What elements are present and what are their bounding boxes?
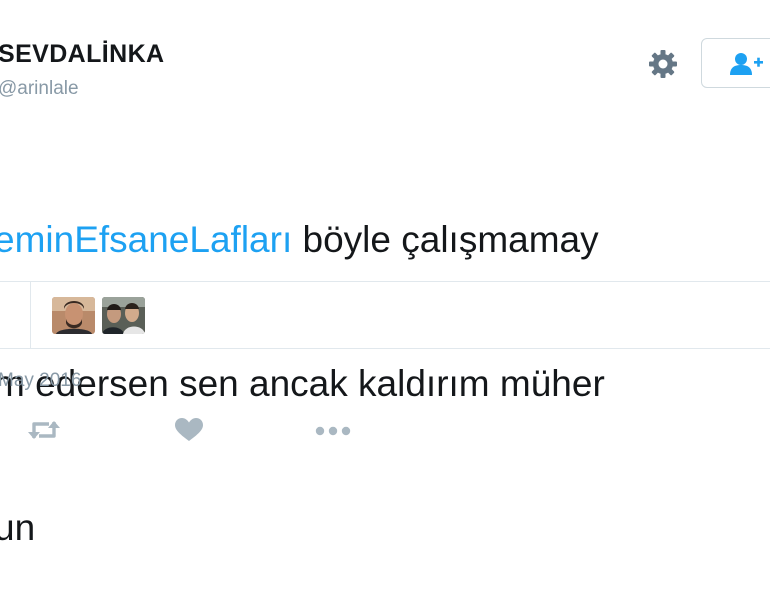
- more-dots-icon[interactable]: [314, 424, 352, 436]
- display-name[interactable]: SEVDALİNKA: [0, 40, 165, 69]
- heart-icon[interactable]: [175, 418, 203, 442]
- retweet-icon[interactable]: [27, 418, 61, 442]
- user-handle[interactable]: @arinlale: [0, 78, 79, 100]
- divider-vertical: [30, 282, 31, 348]
- avatar[interactable]: [102, 297, 145, 334]
- tweet-date[interactable]: May 2016: [0, 370, 81, 392]
- add-user-icon: [730, 52, 764, 76]
- tweet-text: eminEfsaneLafları böyle çalışmamay m ede…: [0, 120, 770, 600]
- avatar[interactable]: [52, 297, 95, 334]
- tweet-text-line2: m edersen sen ancak kaldırım müher: [0, 363, 605, 404]
- hashtag-link[interactable]: eminEfsaneLafları: [0, 219, 292, 260]
- divider-bottom: [0, 348, 770, 349]
- tweet-text-line1: böyle çalışmamay: [292, 219, 599, 260]
- tweet-text-line3: un: [0, 507, 36, 548]
- gear-icon[interactable]: [646, 47, 680, 81]
- follow-button[interactable]: [701, 38, 770, 88]
- divider-top: [0, 281, 770, 282]
